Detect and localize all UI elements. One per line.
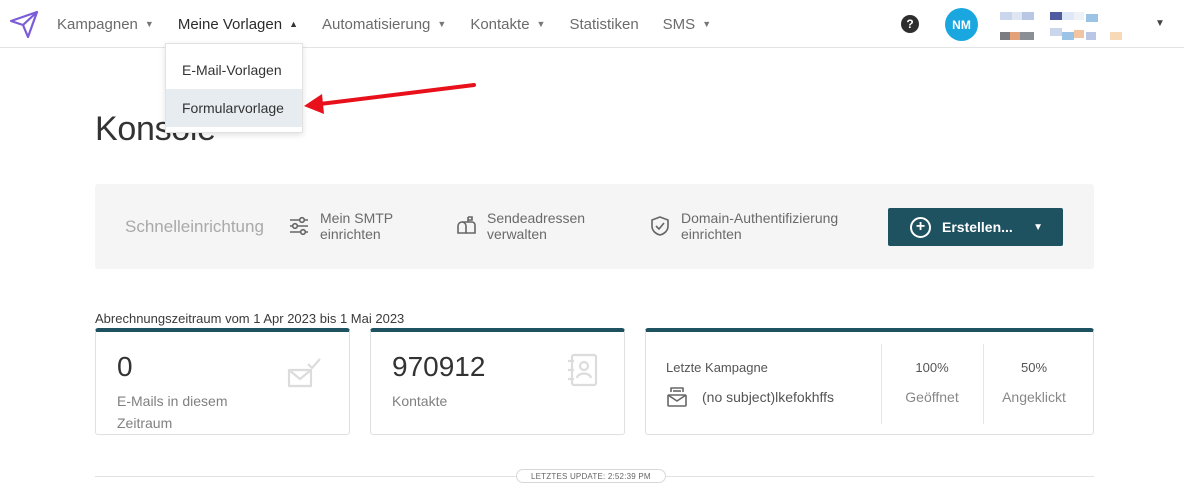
nav-item-label: Kontakte [470,15,530,33]
setup-domain-line2: einrichten [681,226,742,242]
nav-item-label: Kampagnen [57,15,138,33]
envelope-check-icon [287,358,321,388]
nav-item-campaigns[interactable]: Kampagnen ▼ [57,16,154,33]
opened-label: Geöffnet [905,389,959,405]
nav-item-label: Automatisierung [322,15,431,33]
opened-stat: 100% Geöffnet [881,360,983,405]
nav-item-automation[interactable]: Automatisierung ▼ [322,16,446,33]
paper-plane-logo-icon[interactable] [8,8,40,40]
plus-circle-icon: + [910,216,931,238]
templates-dropdown-menu: E-Mail-Vorlagen Formularvorlage [165,43,303,133]
emails-label-line2: Zeitraum [117,415,173,431]
help-icon[interactable]: ? [901,15,919,33]
annotation-arrow-icon [304,83,476,114]
clicked-percent: 50% [1020,360,1048,375]
chevron-down-icon[interactable]: ▼ [1155,18,1165,29]
quick-setup-bar: Schnelleinrichtung Mein SMTP einrichten … [95,184,1094,269]
nav-item-label: Meine Vorlagen [177,15,283,33]
chevron-down-icon: ▼ [144,18,154,29]
chevron-down-icon: ▼ [702,18,712,29]
setup-sender-line1: Sendeadressen [487,210,586,226]
chevron-down-icon: ▼ [536,18,546,29]
clicked-stat: 50% Angeklickt [983,360,1085,405]
shield-check-icon [651,216,669,236]
top-navigation-bar: Kampagnen ▼ Meine Vorlagen ▲ Automatisie… [0,0,1184,48]
mailbox-icon [457,216,476,234]
create-button-label: Erstellen... [942,219,1013,235]
emails-count: 0 [117,351,133,382]
nav-item-my-templates[interactable]: Meine Vorlagen ▲ [178,16,298,33]
account-name-redacted[interactable] [998,10,1128,42]
quick-setup-label: Schnelleinrichtung [125,217,264,236]
main-nav: Kampagnen ▼ Meine Vorlagen ▲ Automatisie… [57,0,711,48]
chevron-down-icon: ▼ [437,18,447,29]
last-campaign-label: Letzte Kampagne [666,360,768,375]
emails-card: 0 E-Mails in diesem Zeitraum [95,328,350,435]
dropdown-item-form-template[interactable]: Formularvorlage [166,89,302,127]
contacts-label: Kontakte [392,393,448,409]
chevron-up-icon: ▲ [289,18,298,29]
setup-domain-line1: Domain-Authentifizierung [681,210,839,226]
setup-smtp-link[interactable]: Mein SMTP einrichten [288,210,393,242]
setup-sender-link[interactable]: Sendeadressen verwalten [455,210,585,242]
nav-item-label: Statistiken [569,15,639,33]
last-campaign-subject: (no subject)lkefokhffs [702,389,835,405]
sliders-icon [290,216,308,236]
inbox-icon [667,387,687,407]
avatar[interactable]: NM [945,8,978,41]
setup-sender-line2: verwalten [487,226,547,242]
contacts-card: 970912 Kontakte [370,328,625,435]
last-campaign-card[interactable]: Letzte Kampagne (no subject)lkefokhffs 1… [645,328,1094,435]
billing-period-text: Abrechnungszeitraum vom 1 Apr 2023 bis 1… [95,311,405,326]
emails-label-line1: E-Mails in diesem [117,393,228,409]
nav-item-statistics[interactable]: Statistiken [569,16,638,33]
setup-smtp-line1: Mein SMTP [320,210,394,226]
last-update-badge: LETZTES UPDATE: 2:52:39 PM [516,469,666,483]
emails-label: E-Mails in diesem Zeitraum [117,390,227,434]
setup-smtp-line2: einrichten [320,226,381,242]
chevron-down-icon: ▼ [1033,222,1043,233]
nav-item-contacts[interactable]: Kontakte ▼ [470,16,545,33]
clicked-label: Angeklickt [1002,389,1066,405]
last-campaign-subject-row[interactable]: (no subject)lkefokhffs [666,386,834,408]
opened-percent: 100% [915,360,949,375]
dropdown-item-email-templates[interactable]: E-Mail-Vorlagen [166,51,302,89]
contacts-count: 970912 [392,351,486,382]
nav-item-label: SMS [662,15,696,33]
setup-domain-auth-link[interactable]: Domain-Authentifizierung einrichten [649,210,838,242]
address-book-icon [568,353,598,387]
create-button[interactable]: + Erstellen... ▼ [888,208,1063,246]
nav-item-sms[interactable]: SMS ▼ [663,16,711,33]
